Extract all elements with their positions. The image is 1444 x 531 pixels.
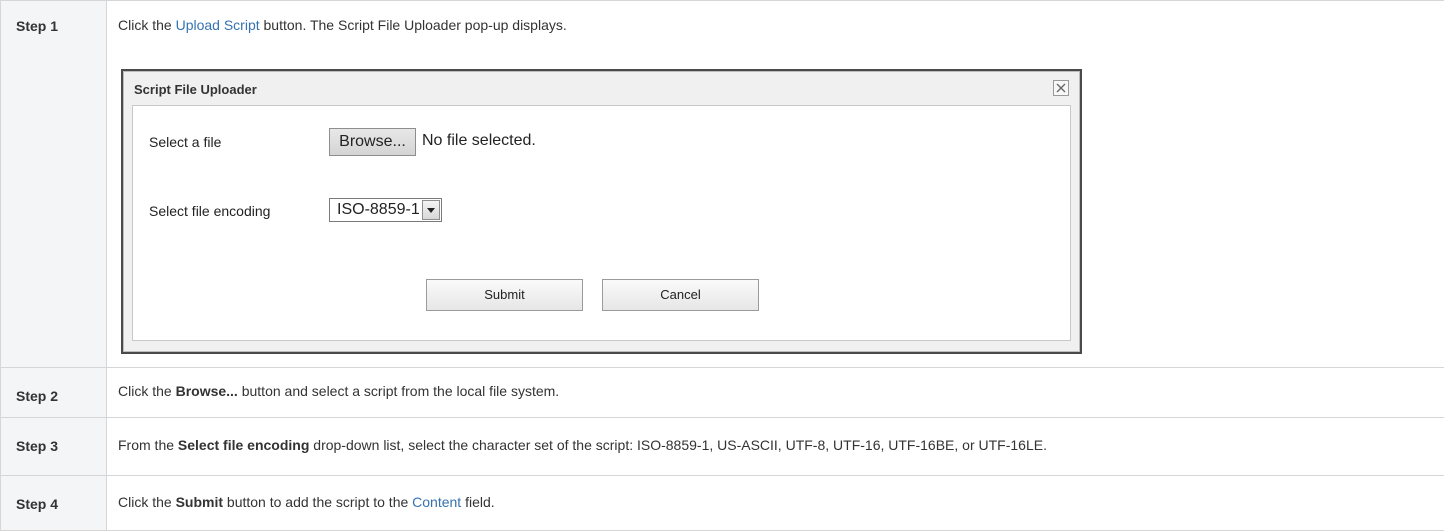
- step-text: button and select a script from the loca…: [238, 383, 559, 399]
- step-text: From the: [118, 437, 178, 453]
- dialog-title: Script File Uploader: [134, 82, 257, 97]
- browse-button[interactable]: Browse...: [329, 128, 416, 156]
- cancel-button[interactable]: Cancel: [602, 279, 759, 311]
- step-description: Click the Submit button to add the scrip…: [107, 476, 1444, 531]
- step-description: Click the Browse... button and select a …: [107, 368, 1444, 418]
- step-text: button. The Script File Uploader pop-up …: [260, 17, 567, 33]
- step-text: Click the: [118, 17, 176, 33]
- step-row-4: Step 4 Click the Submit button to add th…: [1, 476, 1444, 531]
- step-text: button to add the script to the: [223, 494, 412, 510]
- no-file-status: No file selected.: [422, 132, 536, 150]
- step-bold-text: Submit: [176, 494, 223, 510]
- step-text: Click the: [118, 494, 176, 510]
- select-encoding-label: Select file encoding: [149, 203, 270, 219]
- dialog-body: Select a file Browse... No file selected…: [132, 105, 1071, 341]
- step-text: Click the: [118, 383, 176, 399]
- submit-button[interactable]: Submit: [426, 279, 583, 311]
- upload-script-link[interactable]: Upload Script: [176, 17, 260, 33]
- encoding-selected-value: ISO-8859-1: [337, 201, 420, 219]
- step-label: Step 4: [1, 476, 107, 531]
- script-file-uploader-screenshot: Script File Uploader Select a file Brows…: [121, 69, 1082, 354]
- chevron-down-icon[interactable]: [422, 200, 440, 220]
- dialog-window: Script File Uploader Select a file Brows…: [123, 71, 1080, 352]
- step-label: Step 3: [1, 418, 107, 476]
- step-bold-text: Select file encoding: [178, 437, 309, 453]
- encoding-select[interactable]: ISO-8859-1: [329, 198, 442, 222]
- step-label: Step 1: [1, 1, 107, 368]
- step-text: drop-down list, select the character set…: [309, 437, 1047, 453]
- step-bold-text: Browse...: [176, 383, 238, 399]
- step-row-2: Step 2 Click the Browse... button and se…: [1, 368, 1444, 418]
- step-row-3: Step 3 From the Select file encoding dro…: [1, 418, 1444, 476]
- step-label: Step 2: [1, 368, 107, 418]
- step-description: From the Select file encoding drop-down …: [107, 418, 1444, 476]
- step-text: field.: [461, 494, 494, 510]
- close-icon[interactable]: [1053, 80, 1069, 96]
- content-link[interactable]: Content: [412, 494, 461, 510]
- select-file-label: Select a file: [149, 134, 221, 150]
